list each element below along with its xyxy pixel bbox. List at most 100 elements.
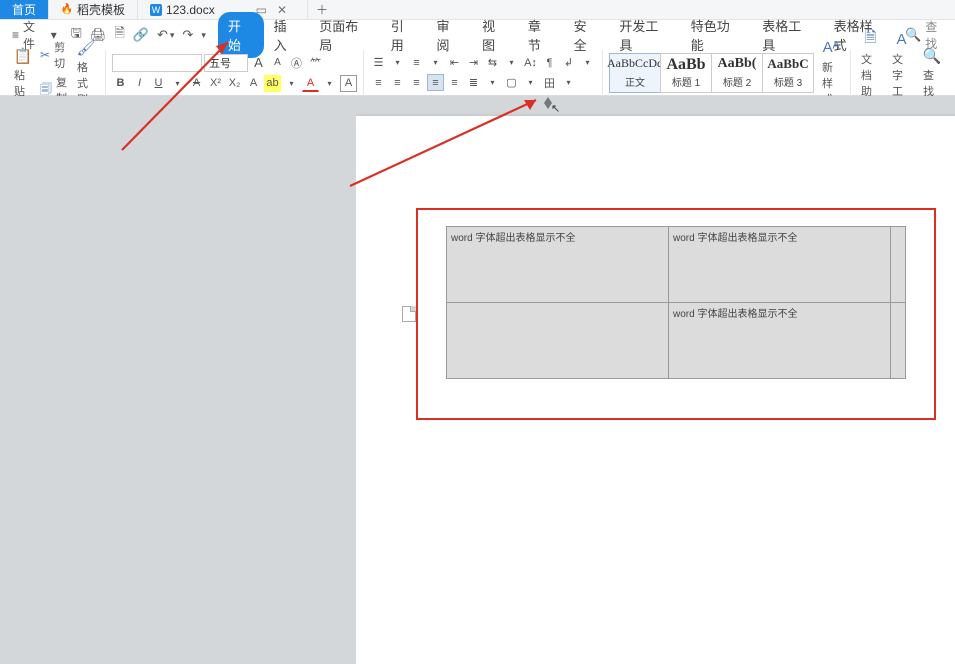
text-direction-button[interactable]: A↕ (522, 54, 539, 71)
tab-template-label: 稻壳模板 (77, 1, 125, 18)
indent-button[interactable]: ⇥ (465, 54, 482, 71)
table-cell[interactable]: word 字体超出表格显示不全 (447, 227, 669, 303)
table-cell[interactable] (891, 303, 906, 379)
char-border-button[interactable]: A (340, 75, 357, 92)
style-gallery: AaBbCcDd 正文 AaBb 标题 1 AaBb( 标题 2 AaBbC 标… (609, 53, 814, 93)
doc-helper-icon: 🗎 (862, 31, 880, 49)
outdent-button[interactable]: ⇤ (446, 54, 463, 71)
align-right-button[interactable]: ≡ (408, 74, 425, 91)
ribbon-group-font: 五号 A A Ⓐ ⺮ B I U ▾ A X² X₂ A ab ▾ A ▾ A (106, 50, 364, 96)
tabstop-button[interactable]: ⇆ (484, 54, 501, 71)
font-color-button[interactable]: A (302, 75, 319, 92)
superscript-button[interactable]: X² (207, 75, 224, 92)
menu-row: ≡ 文件 ▾ 🖫 🖨 🗎 🔗 ↶ ▾ ↷ ▾ 开始 插入 页面布局 引用 审阅 … (0, 20, 955, 50)
qat-more-icon[interactable]: ▾ (201, 30, 206, 41)
font-color-drop-icon[interactable]: ▾ (321, 75, 338, 92)
borders-button[interactable]: 田 (541, 74, 558, 91)
table-cell[interactable]: word 字体超出表格显示不全 (669, 303, 891, 379)
style-normal[interactable]: AaBbCcDd 正文 (609, 53, 661, 93)
share-icon[interactable]: 🔗 (133, 27, 149, 43)
hamburger-icon: ≡ (12, 28, 19, 42)
subscript-button[interactable]: X₂ (226, 75, 243, 92)
change-case-button[interactable]: A (245, 75, 262, 92)
text-tool-icon: A (893, 31, 911, 49)
bullets-button[interactable]: ☰ (370, 54, 387, 71)
bold-button[interactable]: B (112, 75, 129, 92)
cursor-icon: ↖ (551, 102, 560, 115)
style-h2[interactable]: AaBb( 标题 2 (711, 53, 763, 93)
bullets-drop-icon[interactable]: ▾ (389, 54, 406, 71)
ribbon: 📋 粘贴 ✂ 剪切 🗐 复制 🖌 格式刷 五号 A A Ⓐ (0, 50, 955, 96)
shading-drop-icon[interactable]: ▾ (522, 74, 539, 91)
shrink-font-button[interactable]: A (269, 54, 286, 71)
font-name-input[interactable] (112, 54, 202, 72)
align-left-button[interactable]: ≡ (370, 74, 387, 91)
font-size-input[interactable]: 五号 (204, 54, 248, 72)
copy-icon: 🗐 (40, 83, 52, 97)
underline-button[interactable]: U (150, 75, 167, 92)
fire-icon: 🔥 (61, 4, 73, 16)
new-style-icon: Aᴬ (822, 39, 840, 57)
line-spacing-drop-icon[interactable]: ▾ (484, 74, 501, 91)
style-h3-preview: AaBbC (767, 54, 808, 74)
style-h2-preview: AaBb( (718, 54, 757, 74)
navigation-pane (0, 96, 356, 664)
distribute-button[interactable]: ≡ (446, 74, 463, 91)
shading-button[interactable]: ▢ (503, 74, 520, 91)
style-h1[interactable]: AaBb 标题 1 (660, 53, 712, 93)
style-h3-label: 标题 3 (774, 74, 802, 91)
find-icon: 🔍 (923, 47, 941, 65)
paste-icon: 📋 (14, 47, 32, 65)
sort-button[interactable]: ¶ (541, 54, 558, 71)
tabstop-drop-icon[interactable]: ▾ (503, 54, 520, 71)
cut-label: 剪切 (54, 39, 69, 71)
table-cell[interactable]: word 字体超出表格显示不全 (669, 227, 891, 303)
ribbon-group-clipboard: 📋 粘贴 ✂ 剪切 🗐 复制 🖌 格式刷 (4, 50, 106, 96)
cut-button[interactable]: ✂ 剪切 (40, 38, 69, 72)
underline-drop-icon[interactable]: ▾ (169, 75, 186, 92)
table-row[interactable]: word 字体超出表格显示不全 (447, 303, 906, 379)
show-marks-drop-icon[interactable]: ▾ (579, 54, 596, 71)
find-label: 查找 (923, 67, 941, 99)
table-cell[interactable] (891, 227, 906, 303)
undo-icon[interactable]: ↶ (157, 27, 168, 43)
page-break-icon (402, 306, 416, 322)
tab-document-label: 123.docx (166, 3, 215, 17)
style-normal-preview: AaBbCcDd (607, 54, 663, 74)
line-spacing-button[interactable]: ≣ (465, 74, 482, 91)
redo-icon[interactable]: ↷ (182, 27, 193, 43)
style-normal-label: 正文 (625, 74, 645, 91)
style-h1-preview: AaBb (666, 54, 705, 74)
find-button[interactable]: 🔍 查找 (919, 45, 945, 101)
print-preview-icon[interactable]: 🗎 (114, 24, 124, 46)
clear-format-button[interactable]: Ⓐ (288, 54, 305, 71)
document-page[interactable]: word 字体超出表格显示不全 word 字体超出表格显示不全 word 字体超… (356, 116, 955, 664)
table-row[interactable]: word 字体超出表格显示不全 word 字体超出表格显示不全 (447, 227, 906, 303)
paste-button[interactable]: 📋 粘贴 (10, 45, 36, 101)
strike-button[interactable]: A (188, 75, 205, 92)
numbering-drop-icon[interactable]: ▾ (427, 54, 444, 71)
highlight-button[interactable]: ab (264, 75, 281, 92)
paste-label: 粘贴 (14, 67, 32, 99)
ribbon-group-tools: 🗎 文档助手 A 文字工具 🔍 查找 (851, 50, 951, 96)
format-painter-icon: 🖌 (77, 39, 95, 57)
table-cell[interactable] (447, 303, 669, 379)
cut-icon: ✂ (40, 48, 50, 62)
align-center-button[interactable]: ≡ (389, 74, 406, 91)
align-justify-button[interactable]: ≡ (427, 74, 444, 91)
font-size-value: 五号 (209, 55, 231, 71)
grow-font-button[interactable]: A (250, 54, 267, 71)
undo-drop-icon[interactable]: ▾ (170, 30, 175, 41)
phonetic-guide-button[interactable]: ⺮ (307, 54, 324, 71)
page-area[interactable]: ↖ word 字体超出表格显示不全 word 字体超出表格显示不全 word 字… (356, 96, 955, 664)
style-h3[interactable]: AaBbC 标题 3 (762, 53, 814, 93)
highlight-drop-icon[interactable]: ▾ (283, 75, 300, 92)
ribbon-group-paragraph: ☰ ▾ ≡ ▾ ⇤ ⇥ ⇆ ▾ A↕ ¶ ↲ ▾ ≡ ≡ ≡ ≡ ≡ ≣ ▾ (364, 50, 603, 96)
italic-button[interactable]: I (131, 75, 148, 92)
document-table[interactable]: word 字体超出表格显示不全 word 字体超出表格显示不全 word 字体超… (446, 226, 906, 379)
workspace: ↖ word 字体超出表格显示不全 word 字体超出表格显示不全 word 字… (0, 96, 955, 664)
borders-drop-icon[interactable]: ▾ (560, 74, 577, 91)
show-marks-button[interactable]: ↲ (560, 54, 577, 71)
numbering-button[interactable]: ≡ (408, 54, 425, 71)
word-doc-icon: W (150, 4, 162, 16)
